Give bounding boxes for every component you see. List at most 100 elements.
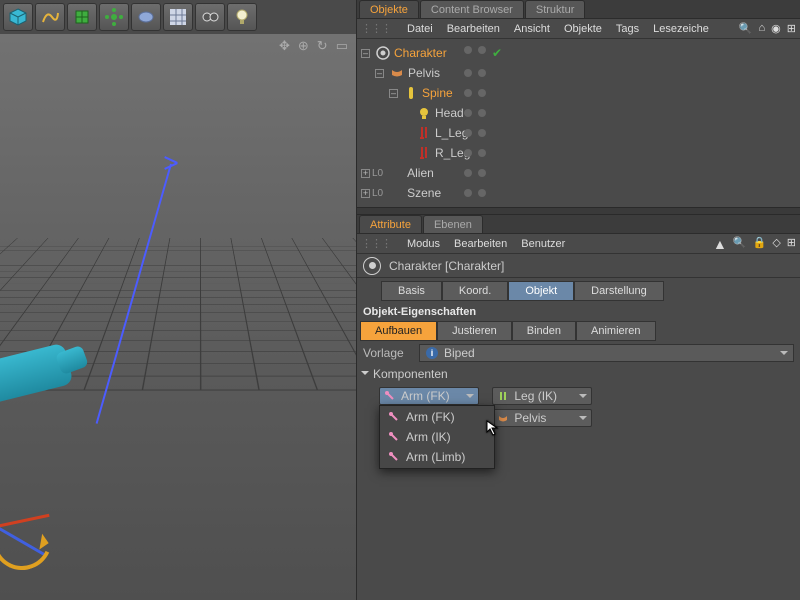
tree-row[interactable]: L_Leg [359,123,800,143]
expand-icon[interactable]: – [389,89,398,98]
attribute-toolbar-icons: ▲ 🔍 🔒 ◇ ⊞ [713,236,796,252]
chip-label: Leg (IK) [514,389,557,403]
dropdown-item[interactable]: Arm (Limb) [380,447,494,467]
tool-deformer-icon[interactable] [99,3,129,31]
visibility-dots[interactable] [464,69,486,77]
chip-arm-fk[interactable]: Arm (FK) [379,387,479,405]
node-name[interactable]: Charakter [394,46,447,60]
pelvis-icon [497,412,509,424]
visibility-dots[interactable] [464,149,486,157]
expand-icon[interactable]: ⊞ [787,22,796,35]
grip-icon[interactable]: ⋮⋮⋮ [361,22,391,35]
menu-bookmarks[interactable]: Lesezeiche [653,23,709,35]
subtab-basis[interactable]: Basis [381,281,442,301]
tree-row[interactable]: +L0 Alien [359,163,800,183]
tree-row[interactable]: – Charakter ✔ [359,43,800,63]
tool-cube-icon[interactable] [3,3,33,31]
menu-user[interactable]: Benutzer [521,238,565,250]
grip-icon[interactable]: ⋮⋮⋮ [361,237,391,250]
tab-layers[interactable]: Ebenen [423,215,483,233]
tool-light-icon[interactable] [227,3,257,31]
visibility-dots[interactable] [464,89,486,97]
chip-pelvis[interactable]: Pelvis [492,409,592,427]
tool-floor-icon[interactable] [163,3,193,31]
node-icon [388,165,404,181]
menu-edit[interactable]: Bearbeiten [447,23,500,35]
viewport-nav-icons[interactable]: ✥⊕↻▭ [279,38,348,54]
menu-edit2[interactable]: Bearbeiten [454,238,507,250]
panel-separator[interactable] [357,207,800,215]
chip-leg-ik[interactable]: Leg (IK) [492,387,592,405]
new-icon[interactable]: ◇ [772,236,780,252]
menu-mode[interactable]: Modus [407,238,440,250]
tree-row[interactable]: +L0 Szene [359,183,800,203]
visibility-dots[interactable] [464,189,486,197]
home-icon[interactable]: ⌂ [759,22,766,35]
nav-up-icon[interactable]: ▲ [713,236,727,252]
expand-icon[interactable]: – [375,69,384,78]
components-toggle[interactable]: Komponenten [357,365,800,383]
mode-bar: Aufbauen Justieren Binden Animieren [360,321,797,341]
tab-objects[interactable]: Objekte [359,0,419,18]
expand-icon[interactable]: + [361,189,370,198]
leg-icon [497,390,509,402]
node-name[interactable]: Szene [407,186,441,200]
search-icon[interactable]: 🔍 [739,22,753,35]
tool-spline-icon[interactable] [35,3,65,31]
object-tree: –Charakter✔–Pelvis–SpineHeadL_LegR_Leg+L… [357,39,800,207]
mode-animate[interactable]: Animieren [576,321,656,341]
search-icon[interactable]: 🔍 [733,236,747,252]
menu-tags[interactable]: Tags [616,23,639,35]
tree-row[interactable]: – Spine [359,83,800,103]
eye-icon[interactable]: ◉ [771,22,781,35]
objects-tabs: Objekte Content Browser Struktur [357,0,800,19]
main-toolbar [0,0,260,34]
chip-label: Pelvis [514,411,546,425]
tree-row[interactable]: R_Leg [359,143,800,163]
tool-camera-icon[interactable] [195,3,225,31]
node-icon [416,125,432,141]
tree-row[interactable]: Head [359,103,800,123]
node-icon [416,145,432,161]
tab-structure[interactable]: Struktur [525,0,586,18]
subtab-darstellung[interactable]: Darstellung [574,281,664,301]
visibility-dots[interactable] [464,129,486,137]
tree-row[interactable]: – Pelvis [359,63,800,83]
lock-icon[interactable]: 🔒 [753,236,767,252]
menu-file[interactable]: Datei [407,23,433,35]
dropdown-item[interactable]: Arm (FK) [380,407,494,427]
tool-environment-icon[interactable] [131,3,161,31]
tab-attribute[interactable]: Attribute [359,215,422,233]
menu-view[interactable]: Ansicht [514,23,550,35]
visibility-dots[interactable] [464,169,486,177]
mode-adjust[interactable]: Justieren [437,321,512,341]
attribute-menubar: ⋮⋮⋮ Modus Bearbeiten Benutzer ▲ 🔍 🔒 ◇ ⊞ [357,234,800,254]
node-name[interactable]: Pelvis [408,66,440,80]
layer-prefix: L0 [372,168,383,179]
tool-generator-icon[interactable] [67,3,97,31]
arm-icon [388,431,400,443]
layer-prefix: L0 [372,188,383,199]
node-name[interactable]: Alien [407,166,434,180]
subtab-objekt[interactable]: Objekt [508,281,574,301]
mode-build[interactable]: Aufbauen [360,321,437,341]
node-name[interactable]: Head [435,106,464,120]
visibility-dots[interactable]: ✔ [464,46,502,60]
dropdown-item[interactable]: Arm (IK) [380,427,494,447]
template-select[interactable]: i Biped [419,344,794,362]
rotate-gizmo-icon[interactable] [0,502,60,579]
tab-content-browser[interactable]: Content Browser [420,0,524,18]
expand-icon[interactable]: – [361,49,370,58]
arm-icon [384,390,396,402]
node-name[interactable]: Spine [422,86,453,100]
enable-check-icon: ✔ [492,46,502,60]
viewport-3d[interactable]: ✥⊕↻▭ [0,34,356,600]
expand-icon[interactable]: + [361,169,370,178]
mode-bind[interactable]: Binden [512,321,576,341]
visibility-dots[interactable] [464,109,486,117]
components-area: Arm (FK) Arm (FK)Arm (IK)Arm (Limb) Leg … [357,383,800,429]
expand-icon[interactable]: ⊞ [787,236,796,252]
menu-objects[interactable]: Objekte [564,23,602,35]
character-icon [363,257,381,275]
subtab-koord[interactable]: Koord. [442,281,508,301]
